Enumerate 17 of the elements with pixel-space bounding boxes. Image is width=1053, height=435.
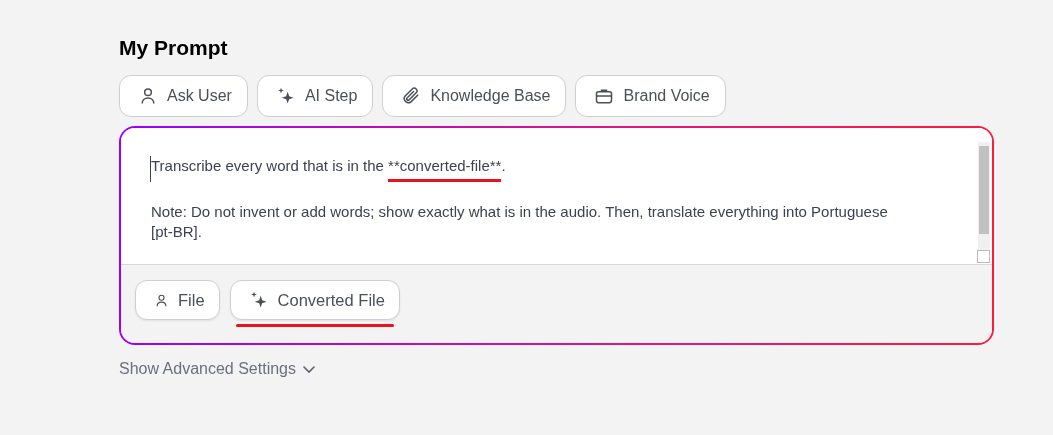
prompt-paragraph: Transcribe every word that is in the **converted-file**.: [150, 156, 903, 182]
section-title: My Prompt: [119, 36, 229, 60]
prompt-field[interactable]: Transcribe every word that is in the **converted-file**. Note: Do not invent or add words; show exactly what is in the audio. Then, translate everything into Portuguese [pt-BR].: [121, 128, 992, 265]
sparkle-icon: [275, 86, 296, 106]
person-icon: [138, 86, 158, 106]
toolbar-button[interactable]: Brand Voice: [575, 75, 726, 117]
advanced-settings-toggle[interactable]: Show Advanced Settings: [119, 360, 316, 378]
prompt-paragraph: Note: Do not invent or add words; show exactly what is in the audio. Then, translate everything into Portuguese [pt-BR].: [150, 202, 889, 242]
toolbar-button[interactable]: Ask User: [119, 75, 248, 117]
variable-chip[interactable]: File: [135, 280, 220, 320]
briefcase-icon: [594, 86, 615, 106]
resize-handle-icon[interactable]: [977, 250, 990, 263]
sparkle-icon: [248, 290, 269, 310]
variable-chip[interactable]: Converted File: [229, 280, 400, 320]
person-icon: [154, 292, 169, 308]
toolbar-button[interactable]: AI Step: [256, 75, 374, 117]
toolbar-button[interactable]: Knowledge Base: [382, 75, 567, 117]
